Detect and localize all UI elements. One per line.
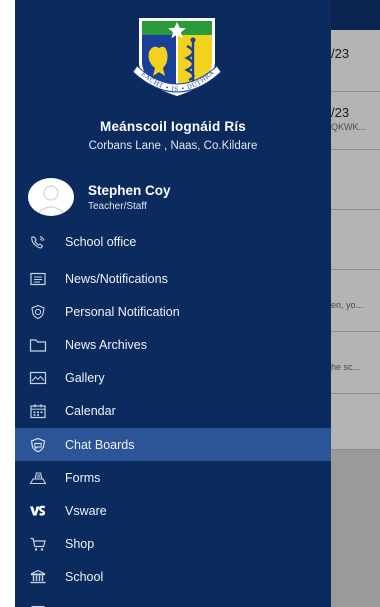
menu-item-school[interactable]: School [15, 560, 331, 593]
image-icon [27, 369, 49, 387]
background-item-subtitle: he sc... [331, 362, 361, 372]
background-item-subtitle: en, yo... [331, 300, 364, 310]
user-name: Stephen Coy [88, 183, 171, 198]
folder-icon [27, 336, 49, 354]
menu-item-chat-boards[interactable]: Chat Boards [15, 428, 331, 461]
menu-item-label: Gallery [65, 370, 105, 385]
building-icon [27, 568, 49, 586]
left-gutter [0, 0, 15, 607]
menu-item-label: Personal Notification [65, 304, 180, 319]
chat-shield-icon [27, 436, 49, 454]
avatar[interactable] [28, 178, 74, 216]
menu-item-shop[interactable]: Shop [15, 527, 331, 560]
menu-item-partial[interactable] [15, 595, 331, 607]
menu-item-label: News/Notifications [65, 271, 168, 286]
background-item-title: /23 [331, 105, 350, 120]
phone-icon [27, 233, 49, 251]
background-item-title: /23 [331, 46, 350, 61]
menu-item-label: Calendar [65, 403, 116, 418]
menu-item-gallery[interactable]: Gallery [15, 361, 331, 394]
school-crest-logo: DÍLSEACHT • IS • DÚTHRACHT [127, 12, 222, 96]
menu-item-news-archives[interactable]: News Archives [15, 328, 331, 361]
background-item-subtitle: QKWK... [331, 122, 367, 132]
menu-item-vsware[interactable]: Vsware [15, 494, 331, 527]
menu-item-forms[interactable]: Forms [15, 461, 331, 494]
menu-item-school-office[interactable]: School office [15, 225, 331, 258]
cart-icon [27, 535, 49, 553]
newspaper-icon [27, 270, 49, 288]
calendar-icon [27, 402, 49, 420]
navigation-drawer: DÍLSEACHT • IS • DÚTHRACHT Meánscoil Iog… [15, 0, 331, 607]
menu-item-label: Chat Boards [65, 437, 135, 452]
vsware-icon [27, 502, 49, 520]
menu-item-label: School office [65, 234, 137, 249]
forms-icon [27, 469, 49, 487]
menu-item-calendar[interactable]: Calendar [15, 394, 331, 427]
user-role: Teacher/Staff [88, 201, 147, 212]
menu-item-label: School [65, 569, 104, 584]
menu-item-label: Shop [65, 536, 95, 551]
menu-item-personal-notification[interactable]: Personal Notification [15, 295, 331, 328]
school-address: Corbans Lane , Naas, Co.Kildare [88, 140, 258, 152]
menu-item-news-notifications[interactable]: News/Notifications [15, 262, 331, 295]
menu-item-label: Vsware [65, 503, 107, 518]
school-name: Meánscoil Iognáid Rís [100, 119, 246, 134]
badge-check-icon [27, 303, 49, 321]
menu-item-label: News Archives [65, 337, 147, 352]
document-icon [27, 603, 49, 607]
menu-item-label: Forms [65, 470, 101, 485]
user-avatar-icon [36, 185, 66, 215]
